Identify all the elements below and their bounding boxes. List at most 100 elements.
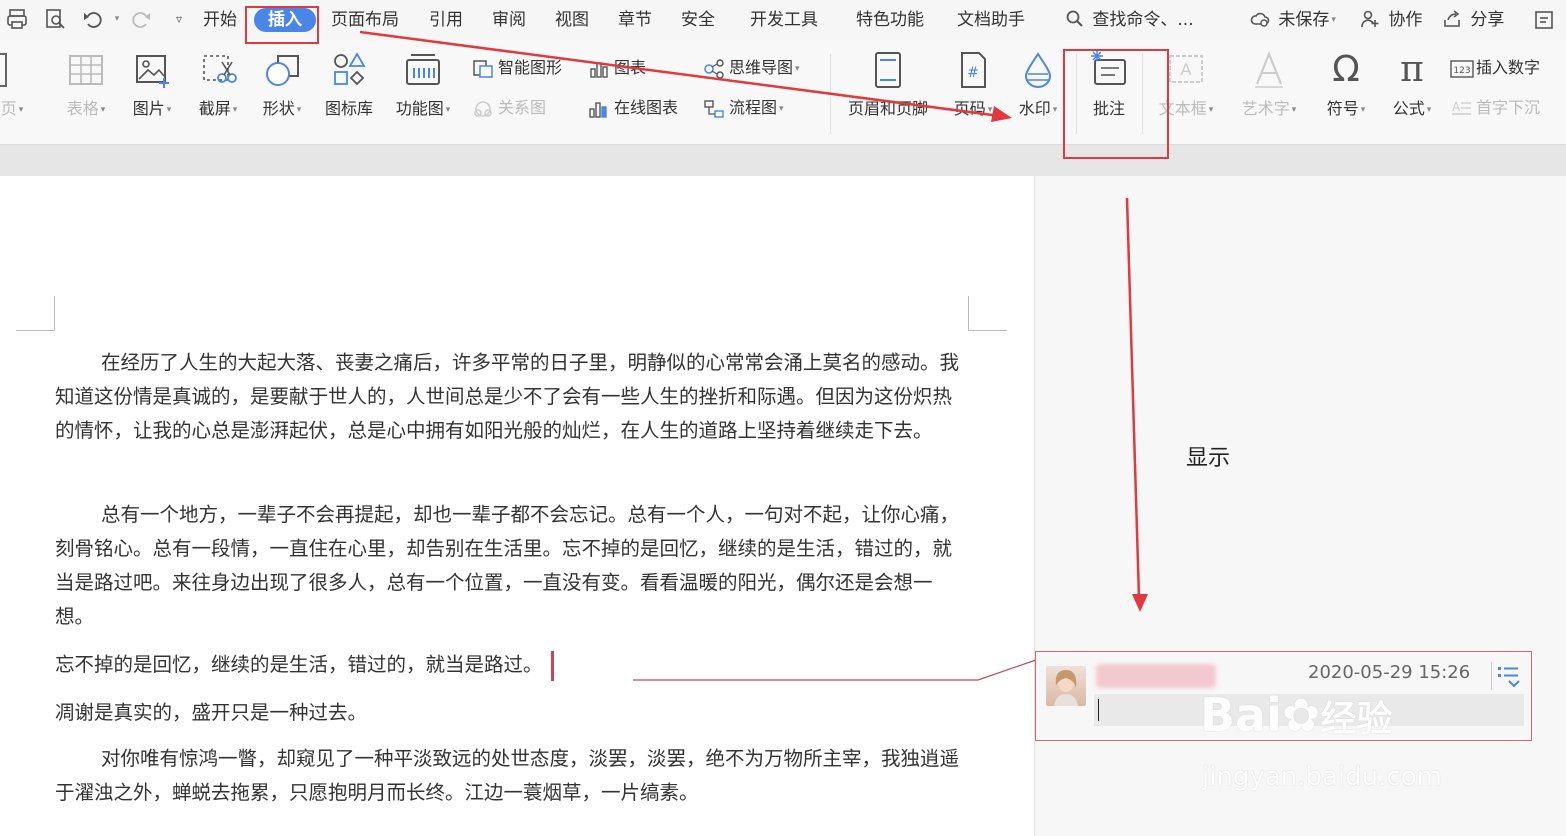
chevron-down-icon: ▾ — [779, 103, 784, 114]
tab-special-features[interactable]: 特色功能 — [856, 8, 924, 32]
chevron-down-icon: ▾ — [232, 104, 238, 115]
paragraph-4[interactable]: 凋谢是真实的，盛开只是一种过去。 — [55, 696, 970, 730]
icon-library-button[interactable]: 图标库 — [318, 50, 380, 119]
svg-text:123: 123 — [1453, 66, 1470, 76]
chart-button[interactable]: 图表 — [588, 56, 646, 80]
wordart-label: 艺术字 — [1241, 99, 1290, 118]
chevron-down-icon: ▾ — [795, 63, 800, 74]
bar-chart-icon — [588, 59, 610, 79]
search-command[interactable]: 查找命令、... — [1066, 8, 1194, 32]
table-button[interactable]: 表格 ▾ — [56, 50, 116, 119]
page-label: 页 — [0, 99, 17, 118]
drop-cap-label: 首字下沉 — [1476, 98, 1541, 117]
picture-button[interactable]: 图片 ▾ — [124, 50, 180, 119]
print-preview-icon[interactable] — [44, 8, 66, 30]
tab-references[interactable]: 引用 — [429, 8, 463, 32]
chevron-down-icon: ▾ — [987, 104, 993, 115]
paragraph-5[interactable]: 对你唯有惊鸿一瞥，却窥见了一种平淡致远的处世态度，淡罢，淡罢，绝不为万物所主宰，… — [55, 742, 970, 810]
print-icon[interactable] — [6, 8, 28, 30]
chevron-down-icon: ▾ — [166, 104, 172, 115]
insert-ribbon: 页 ▾ 表格 ▾ 图片 ▾ 截屏 ▾ 形状 ▾ 图标库 功能图 ▾ 智能图形 关… — [0, 40, 1566, 145]
tab-doc-assistant[interactable]: 文档助手 — [957, 8, 1025, 32]
symbol-button[interactable]: Ω 符号 ▾ — [1318, 50, 1374, 119]
paragraph-1[interactable]: 在经历了人生的大起大落、丧妻之痛后，许多平常的日子里，明静似的心常常会涌上莫名的… — [55, 346, 970, 448]
undo-icon[interactable] — [82, 8, 104, 30]
wordart-button[interactable]: 艺术字 ▾ — [1232, 50, 1306, 119]
chevron-down-icon: ▾ — [296, 104, 302, 115]
header-footer-icon — [868, 50, 908, 90]
function-chart-button[interactable]: 功能图 ▾ — [390, 50, 456, 119]
symbol-label: 符号 — [1326, 99, 1359, 118]
wordart-icon — [1249, 50, 1289, 90]
page-number-button[interactable]: # 页码 ▾ — [946, 50, 1000, 119]
menu-tab-bar: ▾ ▿ 开始 插入 页面布局 引用 审阅 视图 章节 安全 开发工具 特色功能 … — [0, 0, 1566, 40]
blank-page-button[interactable]: 页 ▾ — [0, 50, 34, 119]
chevron-down-icon: ▾ — [1291, 104, 1297, 115]
more-options-icon[interactable] — [1533, 9, 1555, 31]
picture-label: 图片 — [132, 99, 165, 118]
tab-home[interactable]: 开始 — [203, 8, 237, 32]
tab-developer[interactable]: 开发工具 — [750, 8, 818, 32]
tab-security[interactable]: 安全 — [681, 8, 715, 32]
tab-page-layout[interactable]: 页面布局 — [331, 8, 399, 32]
baidu-watermark-logo: Bai✿经验 — [1200, 688, 1392, 742]
comment-button-highlight — [1063, 49, 1169, 159]
unsaved-status[interactable]: 未保存 ▾ — [1250, 8, 1336, 32]
screenshot-button[interactable]: 截屏 ▾ — [190, 50, 246, 119]
page-number-label: 页码 — [953, 99, 986, 118]
chevron-down-icon: ▾ — [100, 104, 106, 115]
watermark-url: jingyan.baidu.com — [1202, 762, 1442, 792]
function-chart-label: 功能图 — [395, 99, 444, 118]
header-footer-button[interactable]: 页眉和页脚 — [842, 50, 934, 119]
online-chart-icon — [588, 99, 610, 119]
smart-shape-label: 智能图形 — [498, 58, 563, 77]
relation-chart-button[interactable]: 关系图 — [472, 96, 546, 120]
water-drop-icon — [1018, 50, 1058, 90]
redo-icon[interactable] — [130, 8, 152, 30]
commented-text[interactable]: 忘不掉的是回忆，继续的是生活，错过的，就当是路过。 — [55, 653, 543, 676]
shape-button[interactable]: 形状 ▾ — [254, 50, 310, 119]
collaborate-button[interactable]: 协作 — [1360, 8, 1422, 32]
shape-label: 形状 — [262, 99, 295, 118]
formula-button[interactable]: π 公式 ▾ — [1384, 50, 1440, 119]
share-icon — [1442, 10, 1467, 30]
watermark-button[interactable]: 水印 ▾ — [1010, 50, 1066, 119]
annotation-label: 显示 — [1186, 446, 1231, 471]
tab-view[interactable]: 视图 — [555, 8, 589, 32]
chevron-down-icon: ▾ — [18, 104, 24, 115]
comment-anchor-marker — [550, 650, 554, 681]
comment-menu-button[interactable] — [1491, 662, 1522, 690]
paragraph-3[interactable]: 忘不掉的是回忆，继续的是生活，错过的，就当是路过。 — [55, 648, 970, 682]
margin-corner — [16, 296, 55, 331]
chevron-down-icon: ▾ — [1208, 104, 1214, 115]
text-cursor — [1098, 699, 1099, 721]
avatar — [1046, 666, 1086, 706]
ribbon-divider — [830, 54, 831, 134]
textbox-icon: A — [1166, 50, 1206, 90]
undo-dropdown-icon[interactable]: ▾ — [106, 8, 128, 30]
drop-cap-button[interactable]: A 首字下沉 — [1450, 96, 1540, 120]
collab-label: 协作 — [1388, 10, 1423, 30]
customize-toolbar-icon[interactable]: ▿ — [168, 8, 190, 30]
relation-chart-icon — [472, 99, 494, 119]
smart-shape-button[interactable]: 智能图形 — [472, 56, 562, 80]
share-button[interactable]: 分享 — [1442, 8, 1504, 32]
insert-tab-highlight — [245, 6, 319, 44]
omega-icon: Ω — [1332, 49, 1360, 90]
function-chart-icon — [403, 50, 443, 90]
document-page[interactable]: 在经历了人生的大起大落、丧妻之痛后，许多平常的日子里，明静似的心常常会涌上莫名的… — [0, 176, 1034, 836]
watermark-brand-cn: 经验 — [1320, 699, 1393, 740]
watermark-brand: Bai — [1200, 688, 1282, 742]
drop-cap-icon: A — [1450, 99, 1472, 119]
online-chart-button[interactable]: 在线图表 — [588, 96, 678, 120]
paragraph-2[interactable]: 总有一个地方，一辈子不会再提起，却也一辈子都不会忘记。总有一个人，一句对不起，让… — [55, 498, 970, 634]
cloud-sync-icon — [1250, 10, 1275, 30]
flowchart-button[interactable]: 流程图 ▾ — [703, 96, 784, 120]
margin-corner — [968, 296, 1007, 331]
icon-library-label: 图标库 — [324, 99, 373, 118]
insert-number-button[interactable]: 123 插入数字 — [1450, 56, 1540, 80]
tab-chapter[interactable]: 章节 — [618, 8, 652, 32]
formula-label: 公式 — [1392, 99, 1425, 118]
tab-review[interactable]: 审阅 — [492, 8, 526, 32]
mindmap-button[interactable]: 思维导图 ▾ — [703, 56, 800, 80]
